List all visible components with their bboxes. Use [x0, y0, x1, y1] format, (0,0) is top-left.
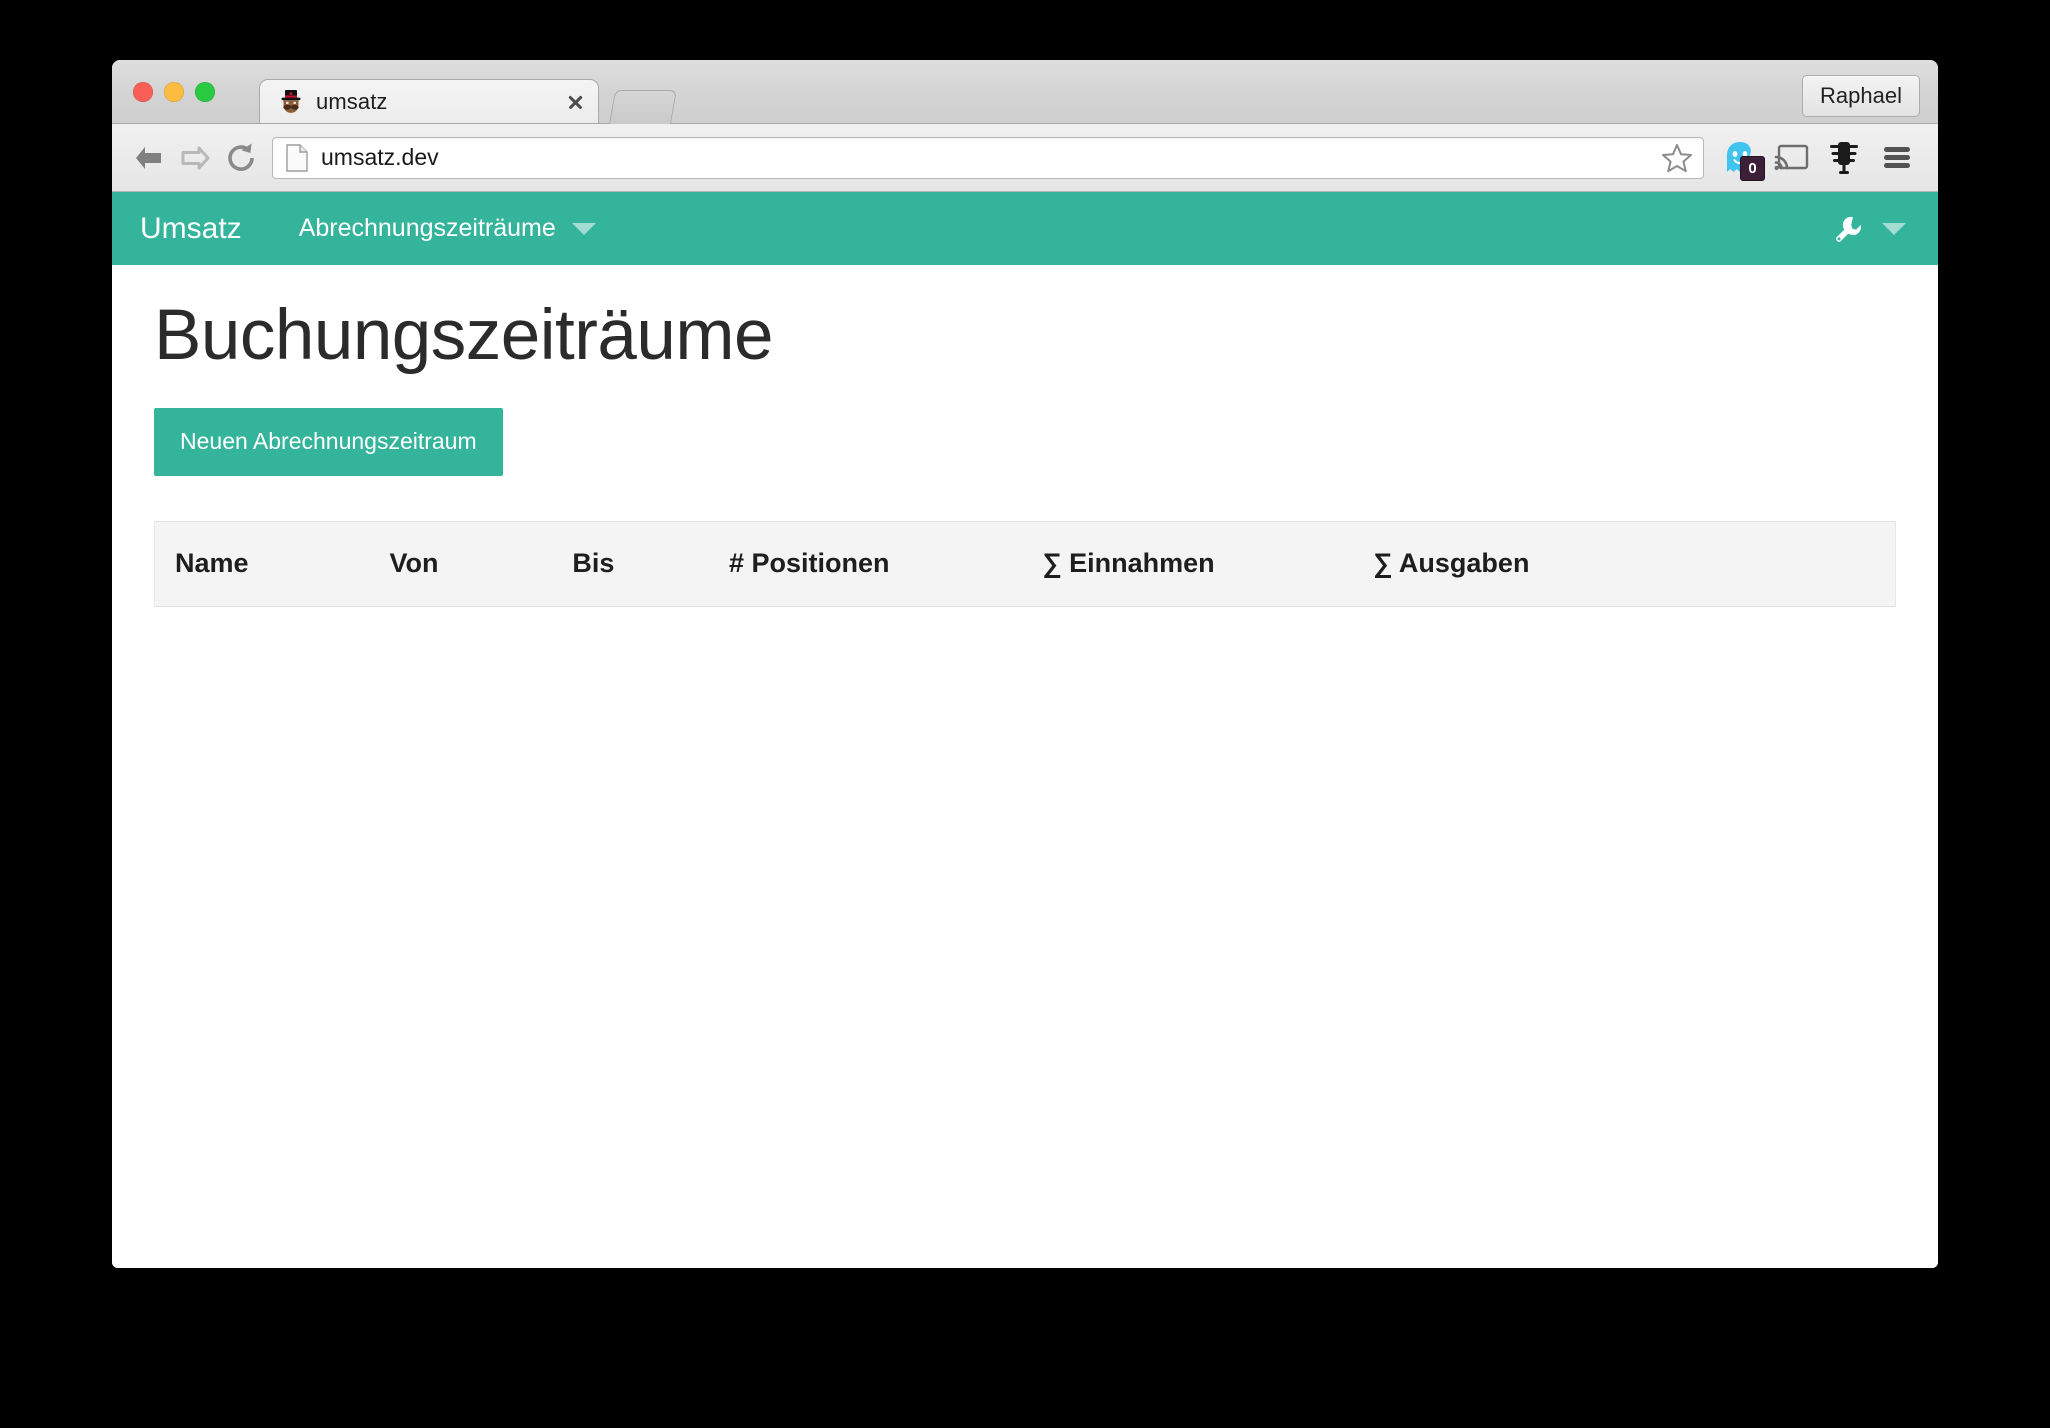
table-header-row: Name Von Bis # Positionen ∑ Einnahmen ∑ … — [153, 520, 1897, 607]
column-header-von[interactable]: Von — [389, 520, 573, 607]
column-header-ausgaben[interactable]: ∑ Ausgaben — [1373, 520, 1897, 607]
window-traffic-lights — [133, 82, 215, 102]
browser-tab-title: umsatz — [316, 88, 388, 114]
forward-arrow-icon[interactable] — [172, 135, 218, 181]
nav-item-label: Abrechnungszeiträume — [298, 214, 556, 242]
column-header-bis[interactable]: Bis — [572, 520, 730, 607]
browser-profile-button[interactable]: Raphael — [1802, 75, 1920, 117]
page-content: Buchungszeiträume Neuen Abrechnungszeitr… — [112, 265, 1938, 1268]
browser-tab-umsatz[interactable]: umsatz — [259, 79, 599, 123]
browser-profile-label: Raphael — [1820, 83, 1902, 108]
navbar-right-group — [1834, 215, 1938, 243]
window-close-button[interactable] — [133, 82, 153, 102]
bookmark-star-icon[interactable] — [1661, 142, 1693, 174]
new-billing-period-button[interactable]: Neuen Abrechnungszeitraum — [154, 407, 503, 476]
address-bar[interactable]: umsatz.dev — [272, 136, 1704, 179]
traffic-light-icon[interactable] — [1818, 133, 1870, 183]
hamburger-line — [1884, 147, 1910, 152]
window-zoom-button[interactable] — [195, 82, 215, 102]
cast-icon[interactable] — [1766, 133, 1818, 183]
back-arrow-icon[interactable] — [126, 135, 172, 181]
window-minimize-button[interactable] — [164, 82, 184, 102]
hamburger-line — [1884, 163, 1910, 168]
address-bar-url[interactable]: umsatz.dev — [321, 144, 1661, 171]
wrench-icon[interactable] — [1834, 215, 1862, 243]
column-header-einnahmen[interactable]: ∑ Einnahmen — [1042, 520, 1374, 607]
browser-window: umsatz Raphael umsatz.dev 0 Umsatz Abrec… — [112, 60, 1938, 1268]
table-header: Name Von Bis # Positionen ∑ Einnahmen ∑ … — [153, 520, 1897, 607]
mustache-man-tophat-icon — [278, 89, 304, 115]
page-title: Buchungszeiträume — [154, 296, 774, 375]
app-brand-link[interactable]: Umsatz — [140, 212, 242, 246]
hamburger-menu-icon[interactable] — [1870, 133, 1924, 183]
reload-icon[interactable] — [218, 135, 264, 181]
page-document-icon — [285, 143, 309, 172]
hamburger-line — [1884, 155, 1910, 160]
nav-item-abrechnungszeitraeume[interactable]: Abrechnungszeiträume — [299, 214, 596, 243]
browser-toolbar: umsatz.dev 0 — [112, 124, 1938, 192]
settings-chevron-down-icon[interactable] — [1882, 222, 1906, 235]
app-navbar: Umsatz Abrechnungszeiträume — [112, 192, 1938, 265]
chevron-down-icon — [571, 222, 596, 235]
new-tab-icon[interactable] — [609, 90, 677, 124]
ghostery-icon[interactable]: 0 — [1714, 133, 1766, 183]
close-icon[interactable] — [558, 85, 592, 119]
column-header-positionen[interactable]: # Positionen — [729, 520, 1043, 607]
browser-tab-strip: umsatz Raphael — [112, 60, 1938, 124]
column-header-name[interactable]: Name — [153, 520, 390, 607]
billing-periods-table: Name Von Bis # Positionen ∑ Einnahmen ∑ … — [153, 520, 1897, 607]
ghostery-badge-count: 0 — [1740, 155, 1765, 181]
